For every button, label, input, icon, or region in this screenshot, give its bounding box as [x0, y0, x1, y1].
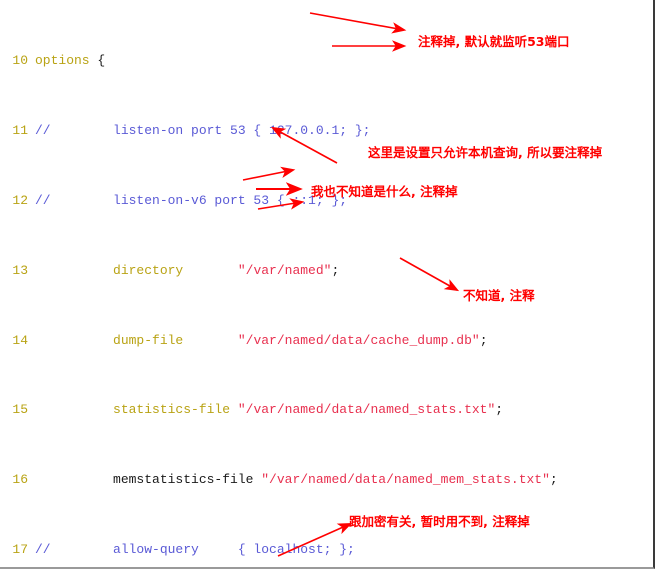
- code-line: 11 // listen-on port 53 { 127.0.0.1; };: [0, 122, 645, 139]
- code-line: 10 options {: [0, 52, 645, 69]
- code-token-string: "/var/named/data/named_mem_stats.txt": [261, 472, 550, 488]
- line-number: 15: [12, 402, 28, 418]
- code-token-keyword: dump-file: [35, 332, 238, 348]
- code-token-string: "/var/named/data/cache_dump.db": [237, 332, 480, 348]
- code-line: 14 dump-file "/var/named/data/cache_dump…: [0, 332, 645, 349]
- note-managed-keys: 不知道, 注释: [463, 288, 535, 303]
- code-line: 17 // allow-query { localhost; };: [0, 541, 645, 558]
- line-number: 16: [12, 472, 28, 488]
- code-line: 13 directory "/var/named";: [0, 262, 645, 279]
- line-number: 11: [12, 123, 28, 139]
- code-token-string: "/var/named": [237, 262, 332, 278]
- code-token-keyword: statistics-file: [35, 402, 238, 418]
- code-screenshot: 10 options { 11// listen-on port 53 { 127…: [0, 0, 655, 569]
- code-token-string: "/var/named/data/named_stats.txt": [237, 402, 496, 418]
- code-token-comment: // listen-on-v6 port 53 { ::1; };: [35, 192, 348, 208]
- code-line: 15 statistics-file "/var/named/data/name…: [0, 401, 645, 418]
- note-include: 跟加密有关, 暂时用不到, 注释掉: [349, 514, 530, 529]
- line-number: 14: [12, 332, 28, 348]
- line-number: 10: [12, 53, 28, 69]
- note-dnssec: 我也不知道是什么, 注释掉: [311, 184, 458, 199]
- code-token-comment: // allow-query { localhost; };: [35, 541, 355, 557]
- note-listen-on: 注释掉, 默认就监听53端口: [418, 34, 570, 49]
- code-token-keyword: directory: [35, 262, 238, 278]
- code-token-comment: // listen-on port 53 { 127.0.0.1; };: [35, 123, 371, 139]
- code-line: 16 memstatistics-file "/var/named/data/n…: [0, 471, 645, 488]
- line-number: 12: [12, 192, 28, 208]
- code-token-plain: memstatistics-file: [35, 472, 262, 488]
- code-token-options: options: [35, 53, 90, 69]
- line-number: 13: [12, 262, 28, 278]
- line-number: 17: [12, 541, 28, 557]
- note-allow-query: 这里是设置只允许本机查询, 所以要注释掉: [368, 145, 603, 160]
- code-editor-pane[interactable]: 10 options { 11// listen-on port 53 { 127…: [0, 0, 645, 567]
